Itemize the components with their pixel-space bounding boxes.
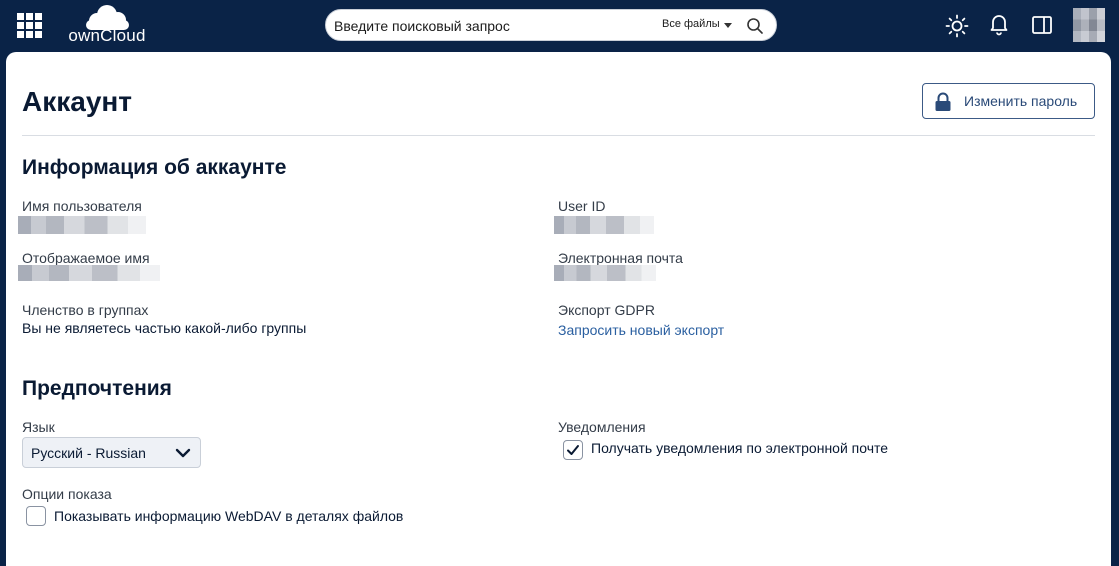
chevron-down-icon: [175, 448, 191, 458]
language-select[interactable]: Русский - Russian: [22, 437, 201, 468]
user-id-value-redacted: [554, 216, 654, 234]
account-info-heading: Информация об аккаунте: [22, 156, 287, 179]
avatar[interactable]: [1073, 8, 1105, 42]
app-switcher-icon[interactable]: [17, 13, 42, 38]
lock-icon: [935, 92, 951, 111]
checkmark-icon: [567, 445, 579, 455]
owncloud-logo[interactable]: ownCloud: [64, 4, 150, 46]
caret-down-icon[interactable]: [724, 23, 732, 28]
email-notifications-checkbox[interactable]: [563, 440, 583, 460]
theme-toggle-sun-icon[interactable]: [945, 14, 969, 38]
display-options-label: Опции показа: [22, 486, 112, 502]
webdav-checkbox-label[interactable]: Показывать информацию WebDAV в деталях ф…: [54, 508, 403, 524]
gdpr-export-link[interactable]: Запросить новый экспорт: [558, 322, 724, 338]
gdpr-label: Экспорт GDPR: [558, 302, 655, 318]
webdav-checkbox[interactable]: [26, 506, 46, 526]
divider: [22, 135, 1095, 136]
email-value-redacted: [554, 265, 656, 281]
language-select-value: Русский - Russian: [31, 445, 146, 461]
groups-label: Членство в группах: [22, 302, 149, 318]
top-bar: ownCloud Все файлы: [0, 0, 1119, 52]
display-name-value-redacted: [18, 265, 160, 281]
preferences-heading: Предпочтения: [22, 377, 172, 400]
email-notifications-label[interactable]: Получать уведомления по электронной почт…: [591, 440, 888, 456]
search-icon[interactable]: [746, 17, 764, 35]
username-value-redacted: [18, 216, 146, 234]
sidebar-toggle-icon[interactable]: [1030, 13, 1054, 37]
email-label: Электронная почта: [558, 250, 683, 266]
page-title: Аккаунт: [22, 86, 133, 117]
groups-value: Вы не являетесь частью какой-либо группы: [22, 320, 307, 336]
account-panel: Аккаунт Изменить пароль Информация об ак…: [6, 52, 1111, 566]
change-password-label: Изменить пароль: [964, 93, 1078, 109]
display-name-label: Отображаемое имя: [22, 250, 150, 266]
user-id-label: User ID: [558, 198, 606, 214]
notifications-label: Уведомления: [558, 419, 646, 435]
logo-text: ownCloud: [68, 26, 146, 45]
search-bar: Все файлы: [325, 9, 777, 41]
language-label: Язык: [22, 419, 55, 435]
username-label: Имя пользователя: [22, 198, 142, 214]
search-scope-dropdown[interactable]: Все файлы: [662, 18, 720, 30]
bell-icon[interactable]: [987, 12, 1011, 36]
change-password-button[interactable]: Изменить пароль: [922, 83, 1095, 119]
search-input[interactable]: [334, 15, 654, 37]
